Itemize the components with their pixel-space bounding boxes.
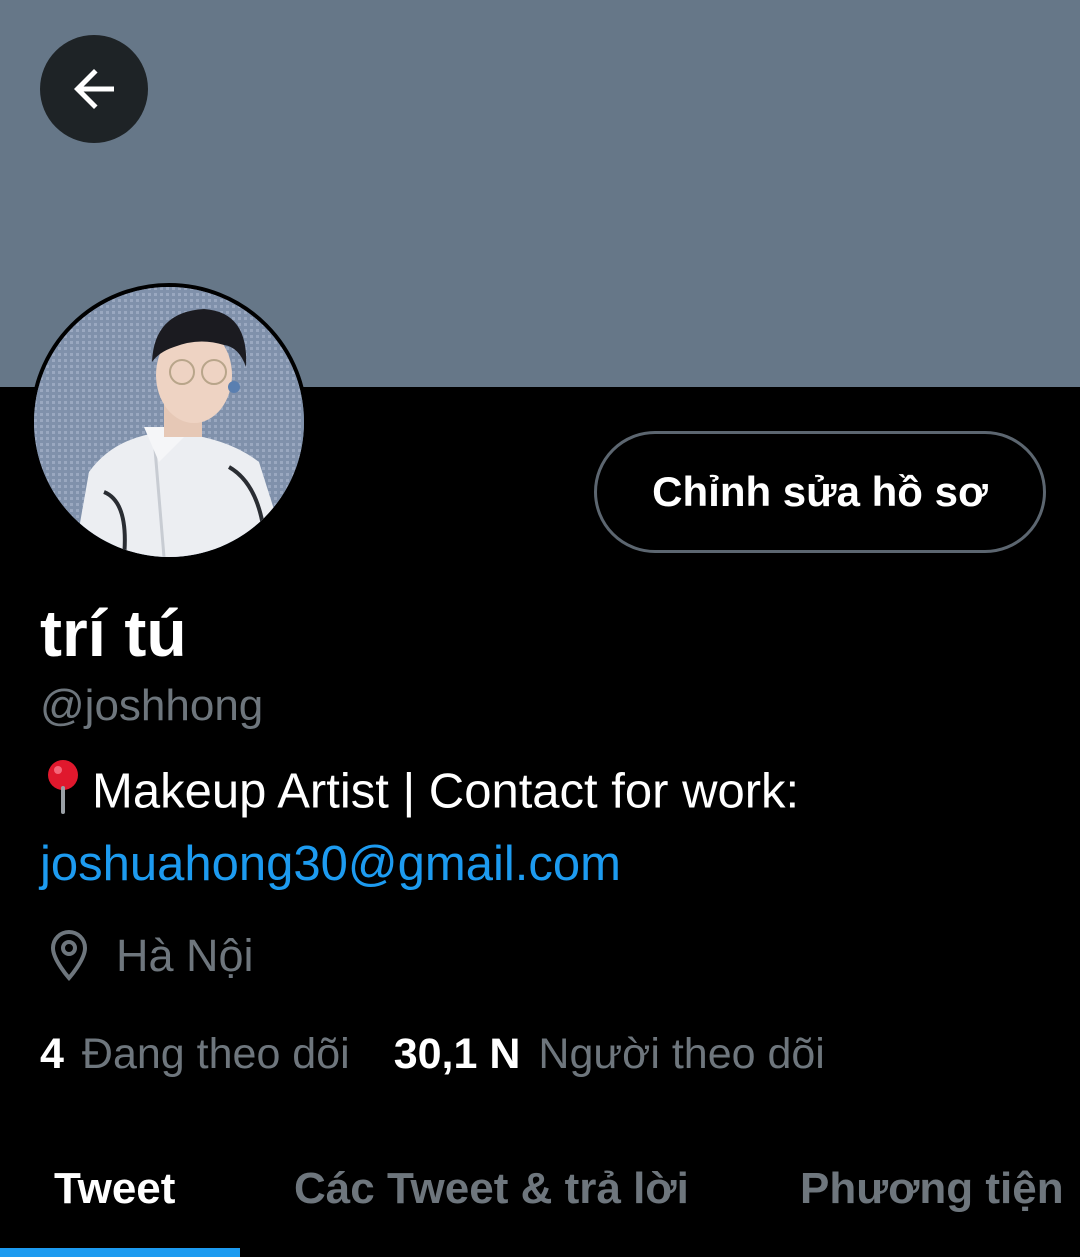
location-pin-icon xyxy=(50,929,88,982)
edit-profile-button[interactable]: Chỉnh sửa hồ sơ xyxy=(594,431,1046,553)
tab-tweets[interactable]: Tweet xyxy=(54,1120,175,1257)
arrow-left-icon xyxy=(74,69,114,109)
avatar[interactable] xyxy=(30,283,308,561)
display-name: trí tú xyxy=(40,596,187,670)
follow-stats: 4 Đang theo dõi 30,1 N Người theo dõi xyxy=(40,1030,825,1079)
bio-email-link[interactable]: joshuahong30@gmail.com xyxy=(40,837,621,891)
tab-media[interactable]: Phương tiện xyxy=(800,1120,1064,1257)
round-pushpin-icon xyxy=(40,758,92,831)
followers-label: Người theo dõi xyxy=(538,1030,825,1078)
bio-text: Makeup Artist | Contact for work: xyxy=(92,764,800,819)
tab-tweets-and-replies[interactable]: Các Tweet & trả lời xyxy=(294,1120,689,1257)
following-label: Đang theo dõi xyxy=(81,1030,350,1078)
profile-bio: Makeup Artist | Contact for work: joshua… xyxy=(40,758,1050,897)
profile-tabs: Tweet Các Tweet & trả lời Phương tiện xyxy=(0,1120,1080,1257)
active-tab-indicator xyxy=(0,1248,240,1257)
back-button[interactable] xyxy=(40,35,148,143)
avatar-photo xyxy=(34,287,304,557)
following-count: 4 xyxy=(40,1030,64,1078)
location-label: Hà Nội xyxy=(116,930,254,981)
profile-location: Hà Nội xyxy=(44,928,254,984)
followers-link[interactable]: 30,1 N Người theo dõi xyxy=(394,1030,825,1079)
following-link[interactable]: 4 Đang theo dõi xyxy=(40,1030,350,1079)
followers-count: 30,1 N xyxy=(393,1030,521,1078)
user-handle: @joshhong xyxy=(40,681,264,730)
